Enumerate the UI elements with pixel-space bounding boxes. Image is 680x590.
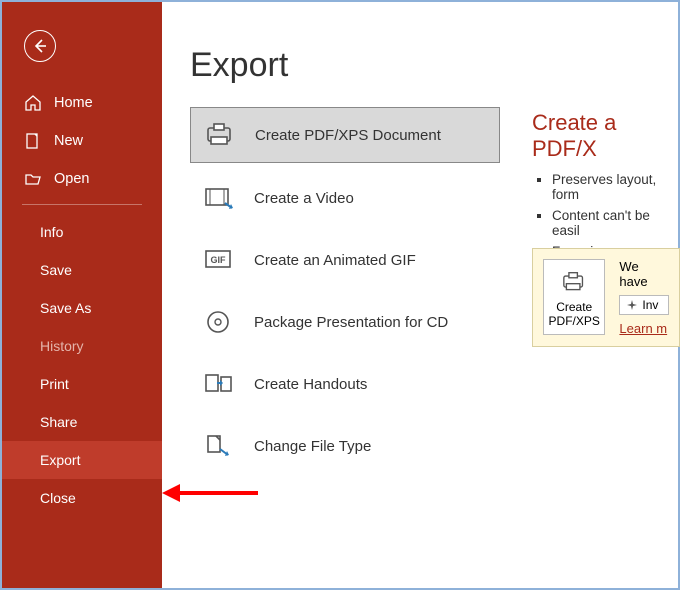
sidebar-label: Save (40, 262, 72, 278)
change-file-type-icon (202, 431, 236, 461)
sidebar-label: History (40, 338, 84, 354)
create-pdf-xps-button[interactable]: Create PDF/XPS (543, 259, 605, 335)
export-option-label: Change File Type (254, 438, 371, 455)
sidebar-item-history: History (2, 327, 162, 365)
sidebar-label: Save As (40, 300, 91, 316)
export-option-create-gif[interactable]: GIF Create an Animated GIF (190, 233, 500, 287)
export-option-label: Create PDF/XPS Document (255, 127, 441, 144)
sidebar-item-info[interactable]: Info (2, 213, 162, 251)
sidebar-item-save-as[interactable]: Save As (2, 289, 162, 327)
sidebar-item-home[interactable]: Home (2, 84, 162, 122)
backstage-sidebar: Home New Open Info Save Save As History … (2, 2, 162, 588)
back-button[interactable] (24, 30, 56, 62)
sidebar-item-print[interactable]: Print (2, 365, 162, 403)
gif-icon: GIF (202, 245, 236, 275)
app-window: SEMANTIC SIMILARITY POST-REVIEW.pptx www… (0, 0, 680, 590)
open-folder-icon (24, 170, 42, 188)
button-label: Create PDF/XPS (548, 300, 600, 328)
sidebar-item-save[interactable]: Save (2, 251, 162, 289)
svg-text:GIF: GIF (211, 255, 227, 265)
home-icon (24, 94, 42, 112)
sidebar-label: Share (40, 414, 77, 430)
promo-panel: Create PDF/XPS We have Inv Learn m (532, 248, 680, 347)
handouts-icon (202, 369, 236, 399)
promo-text: We have (619, 259, 669, 289)
sidebar-label: Print (40, 376, 69, 392)
pdf-icon (203, 120, 237, 150)
export-option-create-pdf-xps[interactable]: Create PDF/XPS Document (190, 107, 500, 163)
pdf-icon (548, 268, 600, 296)
sidebar-item-share[interactable]: Share (2, 403, 162, 441)
install-button[interactable]: Inv (619, 295, 669, 315)
export-option-label: Create a Video (254, 190, 354, 207)
main-pane: Export Create PDF/XPS Document Create a … (162, 2, 678, 588)
learn-more-link[interactable]: Learn m (619, 321, 669, 336)
export-option-label: Create Handouts (254, 376, 367, 393)
sidebar-label: New (54, 133, 83, 149)
export-option-label: Create an Animated GIF (254, 252, 416, 269)
new-icon (24, 132, 42, 150)
sidebar-label: Open (54, 171, 89, 187)
page-title: Export (190, 46, 678, 85)
detail-title: Create a PDF/X (532, 110, 680, 162)
sidebar-item-open[interactable]: Open (2, 160, 162, 198)
sidebar-item-close[interactable]: Close (2, 479, 162, 517)
sidebar-separator (22, 204, 142, 205)
sidebar-item-new[interactable]: New (2, 122, 162, 160)
sparkle-icon (626, 299, 638, 311)
cd-icon (202, 307, 236, 337)
sidebar-label: Info (40, 224, 63, 240)
sidebar-label: Close (40, 490, 76, 506)
export-option-package-cd[interactable]: Package Presentation for CD (190, 295, 500, 349)
sidebar-label: Home (54, 95, 93, 111)
arrow-left-icon (32, 38, 48, 54)
export-option-label: Package Presentation for CD (254, 314, 448, 331)
sidebar-item-export[interactable]: Export (2, 441, 162, 479)
export-option-create-handouts[interactable]: Create Handouts (190, 357, 500, 411)
export-option-create-video[interactable]: Create a Video (190, 171, 500, 225)
video-icon (202, 183, 236, 213)
detail-bullet: Preserves layout, form (552, 172, 680, 202)
detail-bullet: Content can't be easil (552, 208, 680, 238)
sidebar-label: Export (40, 452, 80, 468)
export-option-change-file-type[interactable]: Change File Type (190, 419, 500, 473)
button-label: Inv (642, 298, 658, 312)
